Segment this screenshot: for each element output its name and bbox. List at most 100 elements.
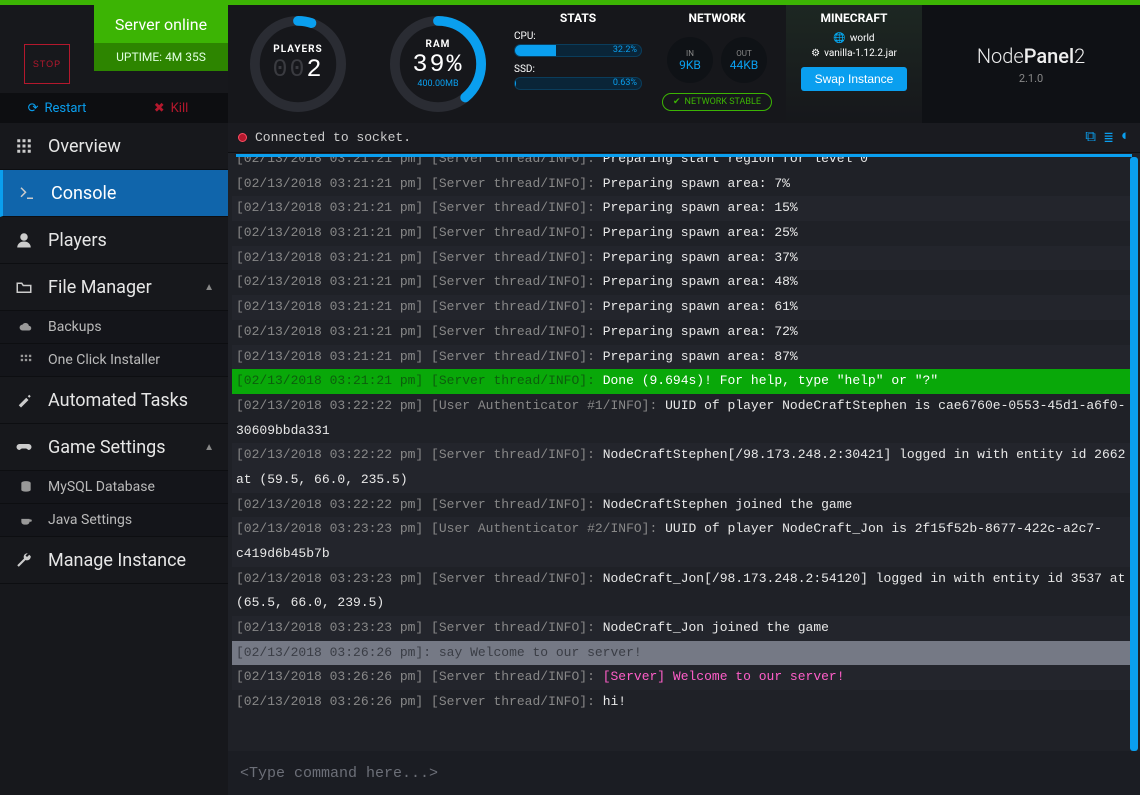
ssd-bar: 0.63% xyxy=(514,77,642,90)
chevron-up-icon: ▲ xyxy=(204,282,214,293)
command-input[interactable] xyxy=(228,751,1140,795)
ssd-pct: 0.63% xyxy=(613,78,637,89)
nav-java-label: Java Settings xyxy=(48,512,132,528)
network-in: IN9KB xyxy=(667,37,713,83)
restart-label: Restart xyxy=(44,101,86,116)
log-line: [02/13/2018 03:23:23 pm] [User Authentic… xyxy=(232,517,1134,566)
restart-icon: ⟳ xyxy=(28,101,39,116)
server-status: Server online xyxy=(94,5,228,43)
brand-name: NodePanel2 xyxy=(977,44,1085,68)
help-icon[interactable]: ◐ xyxy=(1121,128,1130,147)
log-line: [02/13/2018 03:21:21 pm] [Server thread/… xyxy=(232,270,1134,295)
console-status-bar: Connected to socket. ⧉ ≣ ◐ xyxy=(228,123,1140,153)
log-line: [02/13/2018 03:22:22 pm] [Server thread/… xyxy=(232,493,1134,518)
nav-backups-label: Backups xyxy=(48,319,102,335)
log-line: [02/13/2018 03:21:21 pm] [Server thread/… xyxy=(232,157,1134,172)
coffee-icon xyxy=(18,513,34,527)
mc-title: MINECRAFT xyxy=(821,11,888,25)
ram-gauge: RAM 39% 400.00MB xyxy=(368,5,508,123)
database-icon xyxy=(18,480,34,494)
cpu-pct: 32.2% xyxy=(613,45,637,56)
gamepad-icon xyxy=(14,438,34,456)
log-line: [02/13/2018 03:21:21 pm] [Server thread/… xyxy=(232,196,1134,221)
nav-players-label: Players xyxy=(48,230,107,251)
terminal-icon xyxy=(17,184,37,202)
chevron-up-icon: ▲ xyxy=(204,442,214,453)
log-line: [02/13/2018 03:26:26 pm]: say Welcome to… xyxy=(232,641,1134,666)
uptime: UPTIME: 4M 35S xyxy=(94,43,228,71)
log-line: [02/13/2018 03:23:23 pm] [Server thread/… xyxy=(232,567,1134,616)
stop-button[interactable]: STOP xyxy=(24,44,70,84)
nav-gamesettings-label: Game Settings xyxy=(48,437,166,458)
ssd-label: SSD: xyxy=(514,64,642,75)
wand-icon xyxy=(14,391,34,409)
nav-filemanager-label: File Manager xyxy=(48,277,152,298)
log-line: [02/13/2018 03:21:21 pm] [Server thread/… xyxy=(232,246,1134,271)
kill-button[interactable]: ✖ Kill xyxy=(114,93,228,123)
nav-gamesettings[interactable]: Game Settings ▲ xyxy=(0,424,228,471)
wrench-icon xyxy=(14,551,34,569)
log-line: [02/13/2018 03:21:21 pm] [Server thread/… xyxy=(232,345,1134,370)
network-panel: NETWORK IN9KB OUT44KB ✔NETWORK STABLE xyxy=(648,5,786,123)
mc-world: world xyxy=(850,33,875,44)
log-line: [02/13/2018 03:21:21 pm] [Server thread/… xyxy=(232,295,1134,320)
console-panel: Connected to socket. ⧉ ≣ ◐ [02/13/2018 0… xyxy=(228,123,1140,795)
stats-title: STATS xyxy=(560,11,596,25)
network-title: NETWORK xyxy=(689,11,746,25)
globe-icon: 🌐 xyxy=(833,33,845,44)
nav-manage-label: Manage Instance xyxy=(48,550,186,571)
nav-mysql-label: MySQL Database xyxy=(48,479,155,495)
log-line: [02/13/2018 03:21:21 pm] [Server thread/… xyxy=(232,221,1134,246)
nav-console[interactable]: Console xyxy=(0,170,228,217)
mc-jar: vanilla-1.12.2.jar xyxy=(824,48,897,59)
nav-overview-label: Overview xyxy=(48,136,121,157)
list-icon[interactable]: ≣ xyxy=(1104,128,1113,147)
nav-manage[interactable]: Manage Instance xyxy=(0,537,228,584)
nav-tasks-label: Automated Tasks xyxy=(48,390,188,411)
restart-button[interactable]: ⟳ Restart xyxy=(0,93,114,123)
nav-overview[interactable]: Overview xyxy=(0,123,228,170)
status-dot-icon xyxy=(238,133,247,142)
nav-java[interactable]: Java Settings xyxy=(0,504,228,537)
network-out: OUT44KB xyxy=(721,37,767,83)
console-scrollbar[interactable] xyxy=(1128,157,1140,751)
log-line: [02/13/2018 03:21:21 pm] [Server thread/… xyxy=(232,369,1134,394)
swap-instance-button[interactable]: Swap Instance xyxy=(801,67,908,91)
sidebar: Overview Console Players File Manager ▲ … xyxy=(0,123,228,795)
kill-label: Kill xyxy=(171,101,189,116)
nav-mysql[interactable]: MySQL Database xyxy=(0,471,228,504)
minecraft-panel: MINECRAFT 🌐 world ⚙ vanilla-1.12.2.jar Swa… xyxy=(786,5,922,123)
gear-icon: ⚙ xyxy=(811,48,820,59)
nav-backups[interactable]: Backups xyxy=(0,311,228,344)
log-line: [02/13/2018 03:22:22 pm] [Server thread/… xyxy=(232,443,1134,492)
check-icon: ✔ xyxy=(673,97,681,107)
players-gauge: PLAYERS 002 xyxy=(228,5,368,123)
nav-oneclick[interactable]: One Click Installer xyxy=(0,344,228,377)
log-line: [02/13/2018 03:22:22 pm] [User Authentic… xyxy=(232,394,1134,443)
console-log[interactable]: [02/13/2018 03:21:21 pm] [Server thread/… xyxy=(228,157,1140,751)
log-line: [02/13/2018 03:21:21 pm] [Server thread/… xyxy=(232,320,1134,345)
grid-icon xyxy=(14,137,34,155)
cpu-label: CPU: xyxy=(514,31,642,42)
folder-icon xyxy=(14,278,34,296)
brand: NodePanel2 2.1.0 xyxy=(922,5,1140,123)
apps-icon xyxy=(18,353,34,367)
header: STOP Server online UPTIME: 4M 35S ⟳ Rest… xyxy=(0,5,1140,123)
nav-oneclick-label: One Click Installer xyxy=(48,352,160,368)
log-line: [02/13/2018 03:26:26 pm] [Server thread/… xyxy=(232,690,1134,715)
log-line: [02/13/2018 03:21:21 pm] [Server thread/… xyxy=(232,172,1134,197)
cpu-bar: 32.2% xyxy=(514,44,642,57)
cloud-icon xyxy=(18,320,34,334)
stats-panel: STATS CPU: 32.2% SSD: 0.63% xyxy=(508,5,648,123)
nav-tasks[interactable]: Automated Tasks xyxy=(0,377,228,424)
nav-console-label: Console xyxy=(51,183,116,204)
console-status-text: Connected to socket. xyxy=(255,130,411,145)
popout-icon[interactable]: ⧉ xyxy=(1085,128,1096,147)
kill-icon: ✖ xyxy=(154,101,165,116)
nav-filemanager[interactable]: File Manager ▲ xyxy=(0,264,228,311)
network-stable: ✔NETWORK STABLE xyxy=(662,93,772,111)
nav-players[interactable]: Players xyxy=(0,217,228,264)
log-line: [02/13/2018 03:23:23 pm] [Server thread/… xyxy=(232,616,1134,641)
brand-version: 2.1.0 xyxy=(1019,72,1043,85)
log-line: [02/13/2018 03:26:26 pm] [Server thread/… xyxy=(232,665,1134,690)
